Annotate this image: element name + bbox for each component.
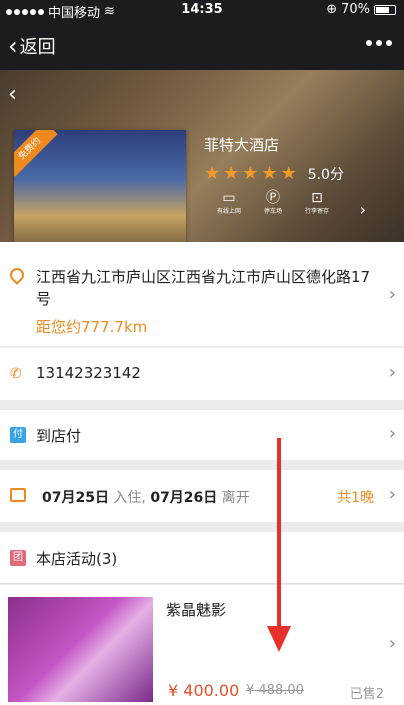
rating: ★ ★ ★ ★ ★ 5.0分 bbox=[204, 164, 344, 184]
activities-row[interactable]: 团 本店活动(3) bbox=[0, 532, 404, 584]
chevron-left-icon: ‹ bbox=[8, 82, 17, 107]
check-in-date: 07月25日 bbox=[42, 490, 109, 506]
hero-back-button[interactable]: ‹ bbox=[8, 82, 17, 107]
amenity-internet: ▭ 有线上网 bbox=[214, 190, 244, 215]
chevron-right-icon: › bbox=[388, 633, 396, 654]
distance-text: 距您约777.7km bbox=[36, 318, 148, 336]
chevron-right-icon: › bbox=[388, 362, 396, 383]
star-icon: ★ bbox=[223, 163, 240, 184]
back-label: 返回 bbox=[19, 37, 56, 58]
hotel-hero: ‹ 免费约 菲特大酒店 ★ ★ ★ ★ ★ 5.0分 ▭ 有线上网 Ⓟ 停车场 … bbox=[0, 70, 404, 242]
amenity-label: 行李寄存 bbox=[304, 208, 329, 215]
back-button[interactable]: ‹ 返回 bbox=[8, 32, 56, 60]
star-icon: ★ bbox=[242, 163, 259, 184]
amenity-label: 有线上网 bbox=[216, 208, 241, 215]
room-name: 紫晶魅影 bbox=[166, 601, 227, 619]
amenity-luggage: ⊡ 行李寄存 bbox=[302, 190, 332, 215]
room-original-price: ¥ 488.00 bbox=[246, 683, 304, 698]
battery-group: ⊕ 70% bbox=[326, 2, 396, 17]
group-icon: 团 bbox=[10, 550, 26, 566]
amenity-label: 停车场 bbox=[263, 208, 282, 215]
star-icon: ★ bbox=[204, 163, 221, 184]
parking-icon: Ⓟ bbox=[266, 190, 280, 206]
chevron-right-icon[interactable]: › bbox=[360, 200, 366, 219]
check-out-date: 07月26日 bbox=[150, 490, 218, 506]
address-row[interactable]: 江西省九江市庐山区江西省九江市庐山区德化路17号 距您约777.7km › bbox=[0, 242, 404, 346]
room-thumbnail[interactable] bbox=[8, 597, 153, 702]
chevron-right-icon: › bbox=[388, 484, 396, 505]
check-in-label: 入住, bbox=[113, 490, 146, 506]
location-pin-icon bbox=[7, 265, 27, 285]
battery-icon bbox=[374, 4, 396, 15]
check-out-label: 离开 bbox=[221, 490, 250, 506]
amenities-list[interactable]: ▭ 有线上网 Ⓟ 停车场 ⊡ 行李寄存 bbox=[214, 190, 332, 215]
payment-row[interactable]: 付 到店付 › bbox=[0, 410, 404, 460]
hotel-name: 菲特大酒店 bbox=[204, 136, 280, 154]
amenity-parking: Ⓟ 停车场 bbox=[258, 190, 288, 215]
status-bar: 中国移动 ≋ 14:35 ⊕ 70% bbox=[0, 0, 404, 21]
chevron-left-icon: ‹ bbox=[8, 32, 18, 60]
calendar-icon bbox=[10, 488, 26, 502]
free-badge: 免费约 bbox=[14, 130, 58, 177]
payment-label: 到店付 bbox=[36, 427, 82, 445]
activities-label: 本店活动(3) bbox=[36, 550, 118, 568]
phone-row[interactable]: ✆ 13142323142 › bbox=[0, 348, 404, 400]
room-item[interactable]: 紫晶魅影 ¥ 400.00 ¥ 488.00 已售2 › bbox=[0, 585, 404, 705]
chevron-right-icon: › bbox=[388, 423, 396, 444]
phone-icon: ✆ bbox=[10, 366, 22, 382]
nav-bar: ‹ 返回 bbox=[0, 20, 404, 70]
address-text: 江西省九江市庐山区江西省九江市庐山区德化路17号 bbox=[36, 268, 371, 308]
orientation-lock-icon: ⊕ bbox=[326, 2, 338, 17]
stay-dates: 07月25日 入住, 07月26日 离开 bbox=[42, 487, 250, 507]
monitor-icon: ▭ bbox=[222, 190, 236, 206]
luggage-icon: ⊡ bbox=[311, 190, 323, 206]
phone-number: 13142323142 bbox=[36, 364, 141, 382]
battery-percent: 70% bbox=[341, 2, 370, 17]
room-price: ¥ 400.00 bbox=[168, 681, 240, 700]
chevron-right-icon: › bbox=[388, 284, 396, 305]
rating-score: 5.0分 bbox=[307, 167, 344, 183]
stay-dates-row[interactable]: 07月25日 入住, 07月26日 离开 共1晚 › bbox=[0, 470, 404, 522]
star-icon: ★ bbox=[280, 163, 297, 184]
nights-count: 共1晚 bbox=[337, 490, 374, 506]
hotel-thumbnail[interactable]: 免费约 bbox=[14, 130, 186, 242]
pay-icon: 付 bbox=[10, 427, 26, 443]
more-button[interactable] bbox=[366, 40, 392, 46]
star-icon: ★ bbox=[261, 163, 278, 184]
room-sold-count: 已售2 bbox=[349, 687, 384, 702]
